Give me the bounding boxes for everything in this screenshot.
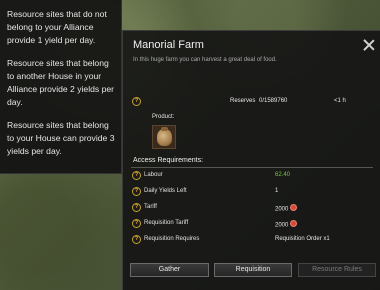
access-requirements-title: Access Requirements:	[133, 157, 204, 164]
coin-icon	[290, 204, 298, 211]
panel-title: Manorial Farm	[133, 39, 204, 51]
daily-yields-label: Daily Yields Left	[144, 188, 187, 194]
help-icon[interactable]: ?	[132, 187, 141, 196]
product-label: Product:	[152, 114, 175, 120]
help-icon[interactable]: ?	[132, 219, 141, 228]
tooltip-line: Resource sites that do not belong to you…	[7, 9, 107, 45]
resource-site-panel: Manorial Farm In this huge farm you can …	[122, 30, 380, 290]
labour-value: 62.40	[275, 172, 291, 178]
grain-sack-icon	[157, 127, 172, 146]
reserves-value: 0/1589760	[259, 98, 288, 104]
gather-button[interactable]: Gather	[130, 263, 209, 277]
requisition-requires-value: Requisition Order x1	[275, 236, 330, 242]
requisition-tariff-value: 2000	[275, 220, 298, 229]
requisition-requires-label: Requisition Requires	[144, 236, 200, 242]
tariff-amount: 2000	[275, 206, 289, 213]
product-slot[interactable]	[152, 125, 176, 149]
tariff-value: 2000	[275, 204, 298, 213]
requisition-tariff-label: Requisition Tariff	[144, 220, 189, 226]
reserves-time: <1 h	[334, 98, 346, 104]
divider	[131, 167, 373, 168]
daily-yields-value: 1	[275, 188, 279, 194]
close-icon[interactable]	[363, 39, 375, 51]
help-icon[interactable]: ?	[132, 203, 141, 212]
help-icon[interactable]: ?	[132, 235, 141, 244]
tariff-label: Tariff	[144, 204, 157, 210]
labour-label: Labour	[144, 172, 163, 178]
requisition-tariff-amount: 2000	[275, 222, 289, 229]
reserves-label: Reserves	[230, 98, 256, 104]
coin-icon	[290, 220, 298, 227]
help-icon[interactable]: ?	[132, 171, 141, 180]
tooltip-line: Resource sites that belong to your House…	[7, 120, 115, 156]
help-icon[interactable]: ?	[132, 97, 141, 106]
yield-tooltip: Resource sites that do not belong to you…	[0, 0, 122, 174]
requisition-button[interactable]: Requisition	[214, 263, 292, 277]
tooltip-line: Resource sites that belong to another Ho…	[7, 58, 115, 107]
panel-description: In this huge farm you can harvest a grea…	[133, 57, 277, 63]
resource-rules-button[interactable]: Resource Rules	[298, 263, 376, 277]
